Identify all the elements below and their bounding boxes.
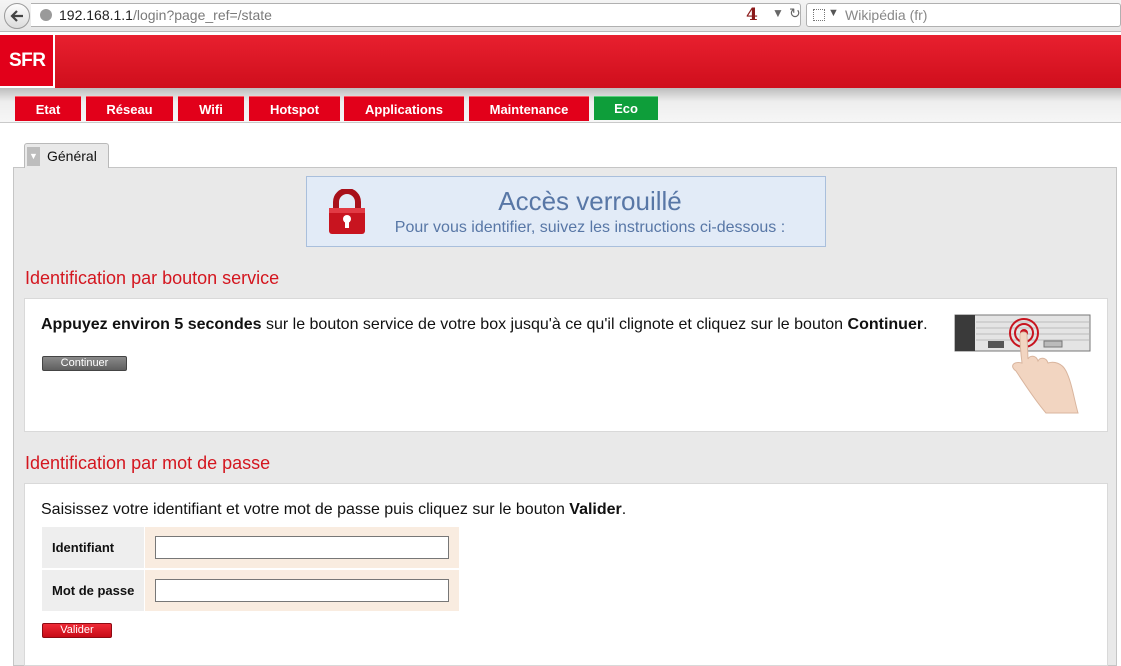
instr-bold-duration: Appuyez environ 5 secondes bbox=[41, 316, 262, 333]
nav-tab-applications[interactable]: Applications bbox=[344, 96, 464, 121]
instr-end: . bbox=[923, 316, 928, 333]
nav-tab-hotspot[interactable]: Hotspot bbox=[249, 96, 340, 121]
back-button[interactable] bbox=[4, 3, 30, 29]
mot-de-passe-cell bbox=[145, 570, 459, 611]
chevron-down-icon[interactable]: ▼ bbox=[27, 147, 40, 166]
button-section-instructions: Appuyez environ 5 secondes sur le bouton… bbox=[41, 316, 928, 334]
tab-count-badge: 4 bbox=[746, 5, 758, 25]
valider-button[interactable]: Valider bbox=[42, 623, 112, 638]
instr-text: sur le bouton service de votre box jusqu… bbox=[261, 316, 848, 333]
mot-de-passe-label: Mot de passe bbox=[42, 570, 144, 611]
pw-instr-bold-valider: Valider bbox=[569, 501, 622, 518]
identifiant-label: Identifiant bbox=[42, 527, 144, 568]
service-button-illustration bbox=[954, 314, 1091, 414]
password-section-instructions: Saisissez votre identifiant et votre mot… bbox=[41, 501, 626, 519]
nav-tab-eco[interactable]: Eco bbox=[594, 96, 658, 120]
url-dropdown-icon[interactable]: ▼ bbox=[772, 6, 784, 20]
nav-tab-maintenance[interactable]: Maintenance bbox=[469, 96, 589, 121]
locked-title: Accès verrouillé bbox=[498, 186, 682, 216]
tab-general[interactable]: ▼ Général bbox=[24, 143, 109, 168]
identifiant-input[interactable] bbox=[155, 536, 449, 559]
identifiant-cell bbox=[145, 527, 459, 568]
pw-instr-end: . bbox=[621, 501, 627, 518]
browser-toolbar: 192.168.1.1/login?page_ref=/state 4 ▼ ↻ … bbox=[0, 0, 1121, 32]
button-section-title: Identification par bouton service bbox=[25, 268, 280, 288]
reload-icon[interactable]: ↻ bbox=[789, 5, 801, 22]
back-arrow-icon bbox=[10, 10, 23, 22]
search-bar[interactable]: ▼ Wikipédia (fr) bbox=[806, 3, 1121, 27]
locked-subtitle: Pour vous identifier, suivez les instruc… bbox=[394, 219, 786, 236]
search-engine-dropdown-icon[interactable]: ▼ bbox=[828, 7, 839, 19]
nav-tab-wifi[interactable]: Wifi bbox=[178, 96, 244, 121]
sfr-logo[interactable]: SFR bbox=[0, 35, 55, 88]
login-form: Identifiant Mot de passe bbox=[42, 527, 459, 611]
url-text: 192.168.1.1/login?page_ref=/state bbox=[59, 7, 272, 23]
search-engine-icon[interactable] bbox=[813, 9, 825, 21]
mot-de-passe-input[interactable] bbox=[155, 579, 449, 602]
continuer-button[interactable]: Continuer bbox=[42, 356, 127, 371]
locked-notice: Accès verrouillé Pour vous identifier, s… bbox=[306, 176, 826, 247]
sfr-header: SFR bbox=[0, 35, 1121, 88]
url-path: /login?page_ref=/state bbox=[132, 7, 272, 23]
pw-instr-text: Saisissez votre identifiant et votre mot… bbox=[41, 501, 570, 518]
tab-general-label: Général bbox=[47, 148, 97, 164]
search-placeholder: Wikipédia (fr) bbox=[845, 7, 928, 23]
nav-tab-reseau[interactable]: Réseau bbox=[86, 96, 173, 121]
instr-bold-continuer: Continuer bbox=[847, 316, 924, 333]
address-bar[interactable]: 192.168.1.1/login?page_ref=/state 4 ▼ ↻ bbox=[31, 3, 801, 27]
url-host: 192.168.1.1 bbox=[59, 7, 133, 23]
sfr-logo-text: SFR bbox=[9, 50, 46, 71]
password-section-title: Identification par mot de passe bbox=[25, 453, 271, 473]
nav-tab-etat[interactable]: Etat bbox=[15, 96, 81, 121]
globe-icon bbox=[40, 9, 52, 21]
